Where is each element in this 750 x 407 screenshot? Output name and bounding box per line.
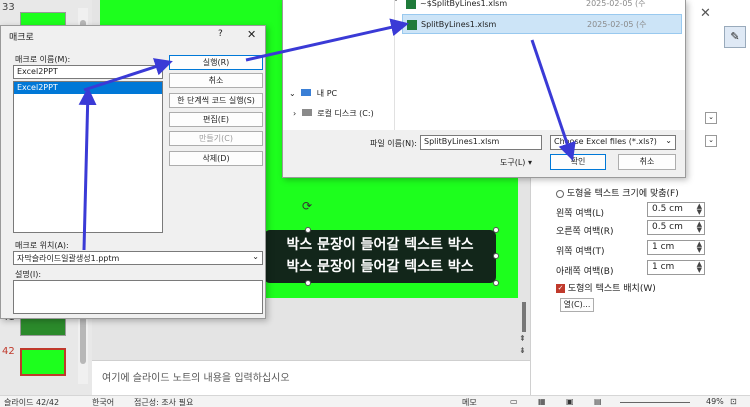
macro-name-input[interactable]: Excel2PPT	[13, 65, 163, 79]
next-slide-icon[interactable]: ⇟	[519, 346, 526, 355]
macro-list-item[interactable]: Excel2PPT	[14, 82, 162, 94]
cancel-button[interactable]: 취소	[618, 154, 676, 170]
chevron-right-icon[interactable]: ›	[293, 109, 296, 118]
nav-item-local-disk[interactable]: › 로컬 디스크 (C:)	[293, 108, 374, 119]
slide-number-current: 42	[2, 346, 15, 357]
macro-location-label: 매크로 위치(A):	[15, 241, 69, 250]
zoom-level[interactable]: 49%	[706, 397, 724, 406]
file-item-selected[interactable]: SplitByLines1.xlsm 2025-02-05 (수	[402, 14, 682, 34]
tools-menu[interactable]: 도구(L) ▾	[500, 157, 532, 168]
filename-input[interactable]: SplitByLines1.xlsm	[420, 135, 542, 150]
status-bar: 슬라이드 42/42 한국어 접근성: 조사 필요 메모 ▭ ▦ ▣ ▤ 49%…	[0, 395, 750, 407]
chevron-down-icon[interactable]: ⌄	[252, 252, 259, 261]
autofit-option[interactable]: 도형을 텍스트 크기에 맞춤(F)	[556, 186, 679, 199]
filename-label: 파일 이름(N):	[370, 139, 417, 148]
margin-label: 아래쪽 여백(B)	[556, 267, 614, 277]
reading-view-icon[interactable]: ▣	[566, 397, 574, 406]
slide-number: 33	[2, 2, 15, 13]
ok-button[interactable]: 확인	[550, 154, 606, 170]
create-button: 만들기(C)	[169, 131, 263, 146]
resize-handle[interactable]	[493, 280, 499, 286]
accessibility-status[interactable]: 접근성: 조사 필요	[134, 397, 193, 407]
language-indicator[interactable]: 한국어	[92, 397, 114, 407]
fit-slide-icon[interactable]: ⊡	[730, 397, 737, 406]
chevron-down-icon[interactable]: ⌄	[289, 89, 296, 98]
description-field	[13, 280, 263, 314]
slide-thumbnail-current[interactable]	[20, 348, 66, 376]
run-button[interactable]: 실행(R)	[169, 55, 263, 70]
file-type-filter[interactable]: Choose Excel files (*.xls?) ⌄	[550, 135, 676, 150]
right-margin-input[interactable]: 0.5 cm ▲ ▼	[647, 220, 705, 235]
text-box[interactable]: 박스 문장이 들어갈 텍스트 박스 박스 문장이 들어갈 텍스트 박스	[264, 230, 496, 283]
description-label: 설명(I):	[15, 270, 42, 279]
sorter-view-icon[interactable]: ▦	[538, 397, 546, 406]
margin-label: 오른쪽 여백(R)	[556, 227, 614, 237]
bottom-margin-input[interactable]: 1 cm ▲ ▼	[647, 260, 705, 275]
rotate-handle-icon[interactable]: ⟳	[302, 199, 312, 213]
chevron-down-icon[interactable]: ⌄	[705, 112, 717, 124]
navigation-pane: ⌄ 내 PC › 로컬 디스크 (C:)	[283, 0, 395, 130]
canvas-scrollbar[interactable]: ⇞ ⇟	[518, 298, 530, 360]
close-icon[interactable]: ✕	[247, 28, 256, 41]
resize-handle[interactable]	[305, 227, 311, 233]
dialog-title: 매크로	[9, 33, 34, 43]
pane-close-icon[interactable]: ✕	[700, 6, 711, 21]
chevron-down-icon[interactable]: ⌄	[665, 136, 672, 145]
shape-format-icon[interactable]: ✎	[724, 26, 746, 48]
nav-item-this-pc[interactable]: ⌄ 내 PC	[289, 88, 337, 99]
macro-dialog: 매크로 ? ✕ 매크로 이름(M): Excel2PPT Excel2PPT 실…	[0, 25, 266, 319]
delete-button[interactable]: 삭제(D)	[169, 151, 263, 166]
drive-icon	[301, 109, 312, 116]
cancel-button[interactable]: 취소	[169, 73, 263, 88]
step-into-button[interactable]: 한 단계씩 코드 실행(S)	[169, 93, 263, 108]
macro-name-label: 매크로 이름(M):	[15, 55, 71, 64]
text-line: 박스 문장이 들어갈 텍스트 박스	[286, 259, 474, 275]
margin-label: 위쪽 여백(T)	[556, 247, 605, 257]
macro-location-select[interactable]: 자막슬라이드일괄생성1.pptm ⌄	[13, 251, 263, 265]
notes-pane[interactable]: 여기에 슬라이드 노트의 내용을 입력하십시오	[92, 360, 530, 395]
resize-handle[interactable]	[493, 253, 499, 259]
macro-list[interactable]: Excel2PPT	[13, 81, 163, 233]
top-margin-input[interactable]: 1 cm ▲ ▼	[647, 240, 705, 255]
slide-thumbnail[interactable]	[20, 318, 66, 336]
edit-button[interactable]: 편집(E)	[169, 112, 263, 127]
left-margin-input[interactable]: 0.5 cm ▲ ▼	[647, 202, 705, 217]
columns-button[interactable]: 열(C)...	[560, 298, 594, 312]
autofit-label: 도형을 텍스트 크기에 맞춤(F)	[566, 189, 679, 199]
radio-icon[interactable]	[556, 189, 564, 198]
text-line: 박스 문장이 들어갈 텍스트 박스	[286, 237, 474, 253]
computer-icon	[301, 89, 312, 96]
prev-slide-icon[interactable]: ⇞	[519, 334, 526, 343]
notes-toggle[interactable]: 메모	[462, 397, 477, 407]
slideshow-icon[interactable]: ▤	[594, 397, 602, 406]
zoom-slider[interactable]	[620, 402, 690, 403]
margin-label: 왼쪽 여백(L)	[556, 209, 605, 219]
file-item[interactable]: ~$SplitByLines1.xlsm 2025-02-05 (수	[402, 0, 682, 14]
excel-file-icon	[406, 0, 416, 9]
resize-handle[interactable]	[493, 227, 499, 233]
normal-view-icon[interactable]: ▭	[510, 397, 518, 406]
resize-handle[interactable]	[305, 280, 311, 286]
checkbox-checked-icon[interactable]: ✓	[556, 284, 565, 293]
slide-counter: 슬라이드 42/42	[4, 398, 60, 407]
wrap-text-label: 도형의 텍스트 배치(W)	[567, 284, 656, 294]
wrap-text-option[interactable]: ✓ 도형의 텍스트 배치(W)	[556, 281, 656, 294]
help-button[interactable]: ?	[218, 29, 223, 39]
scrollbar-thumb[interactable]	[522, 302, 526, 332]
notes-placeholder: 여기에 슬라이드 노트의 내용을 입력하십시오	[102, 373, 290, 384]
excel-file-icon	[407, 20, 417, 30]
chevron-down-icon[interactable]: ⌄	[705, 135, 717, 147]
